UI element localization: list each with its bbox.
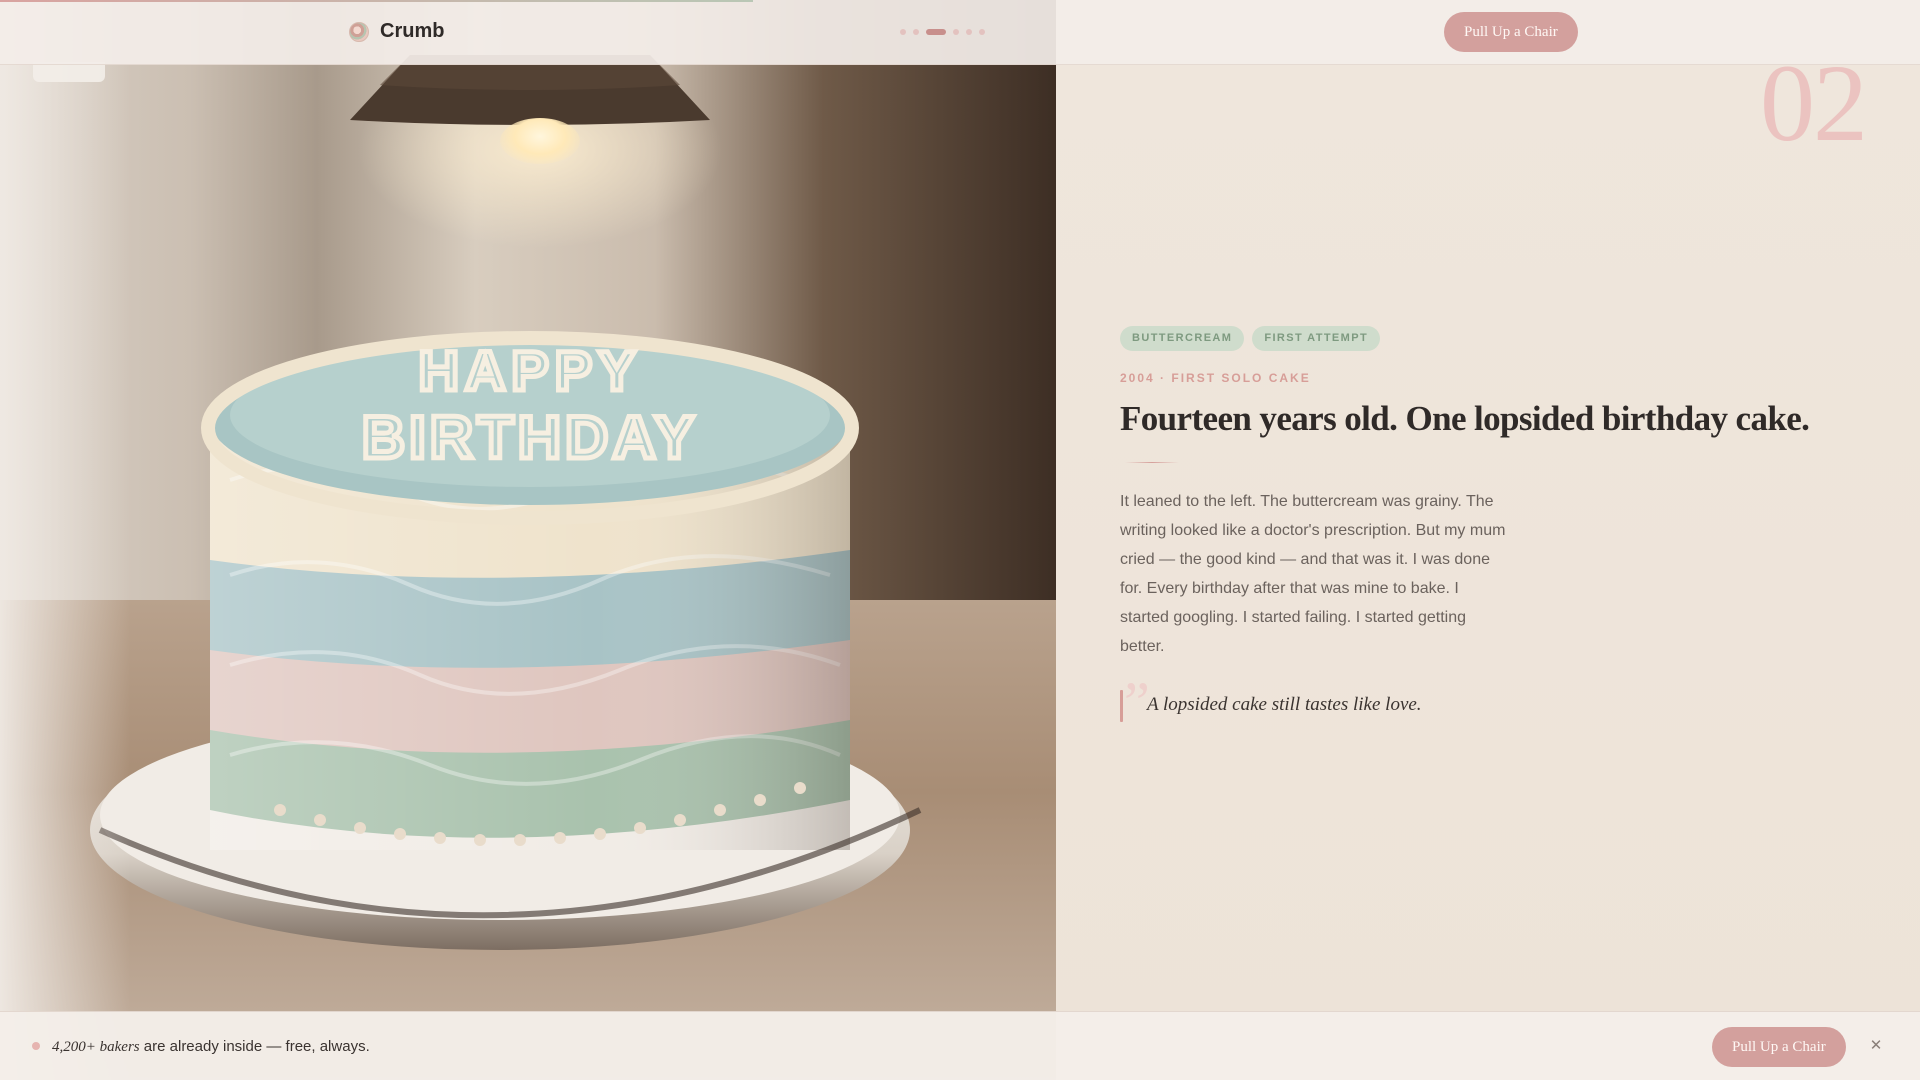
slide-body: It leaned to the left. The buttercream w… — [1120, 493, 1506, 655]
photo-fade — [0, 0, 130, 1080]
svg-text:HAPPY: HAPPY — [419, 339, 642, 402]
slide-dot-5[interactable] — [966, 29, 972, 35]
bakers-count: 4,200+ bakers — [52, 1039, 140, 1055]
divider — [1125, 462, 1179, 463]
slide-dot-3-active[interactable] — [926, 29, 946, 35]
corner-tab — [33, 62, 105, 82]
signup-banner: 4,200+ bakers are already inside — free,… — [0, 1011, 1920, 1080]
status-dot — [32, 1042, 40, 1050]
top-nav: Crumb Pull Up a Chair — [0, 0, 1920, 65]
svg-text:BIRTHDAY: BIRTHDAY — [362, 404, 698, 471]
tag-buttercream: BUTTERCREAM — [1120, 326, 1245, 351]
quote-mark-icon: ” — [1124, 670, 1150, 735]
slide-dot-1[interactable] — [900, 29, 906, 35]
slide-eyebrow: 2004 · FIRST SOLO CAKE — [1120, 371, 1311, 385]
brand[interactable]: Crumb — [349, 20, 444, 43]
cake-illustration: HAPPY BIRTHDAY — [90, 331, 922, 950]
slide-dot-2[interactable] — [913, 29, 919, 35]
banner-rest-text: are already inside — free, always. — [139, 1038, 370, 1055]
banner-text: 4,200+ bakers are already inside — free,… — [52, 1038, 370, 1056]
close-icon[interactable]: ✕ — [1866, 1035, 1886, 1055]
slide-dot-6[interactable] — [979, 29, 985, 35]
header-cta-button[interactable]: Pull Up a Chair — [1444, 12, 1578, 52]
quote-text: A lopsided cake still tastes like love. — [1147, 694, 1422, 715]
tag-first-attempt: FIRST ATTEMPT — [1252, 326, 1381, 351]
quote-bar — [1120, 690, 1123, 722]
brand-logo-icon — [349, 21, 369, 42]
slide-pagination — [900, 29, 985, 35]
hero-photo: HAPPY BIRTHDAY — [0, 0, 1056, 1080]
brand-name: Crumb — [380, 20, 445, 42]
slide-headline: Fourteen years old. One lopsided birthda… — [1120, 399, 1810, 438]
banner-cta-button[interactable]: Pull Up a Chair — [1712, 1027, 1846, 1067]
lamp-shade — [350, 55, 710, 125]
lamp-glow — [500, 118, 580, 164]
tag-list: BUTTERCREAM FIRST ATTEMPT — [1120, 326, 1381, 351]
scroll-progress-bar — [0, 0, 753, 2]
slide-dot-4[interactable] — [953, 29, 959, 35]
